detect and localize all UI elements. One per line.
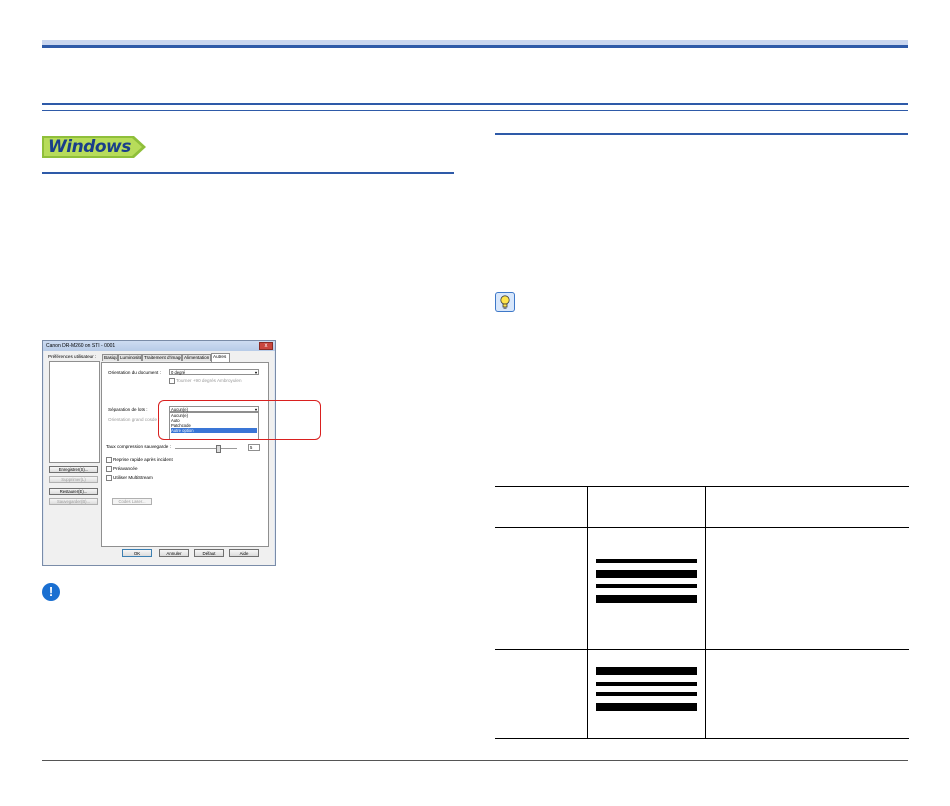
- compression-slider[interactable]: [175, 448, 237, 449]
- lightbulb-icon: [495, 292, 515, 312]
- table-header-rule: [495, 527, 909, 528]
- patchcode-table: [495, 486, 909, 739]
- preferences-label: Préférences utilisateur :: [48, 354, 97, 359]
- chevron-down-icon: ▾: [254, 370, 257, 375]
- prefeed-checkbox[interactable]: [106, 466, 112, 472]
- multistream-label: Utiliser MultiStream: [113, 475, 153, 480]
- tab-brightness[interactable]: Luminosité: [118, 354, 142, 361]
- backup-button[interactable]: Sauvegarder(B)...: [49, 498, 98, 505]
- patchcode-pattern-1: [596, 559, 697, 603]
- lightbulb-glyph: [496, 293, 514, 311]
- table-row-rule: [495, 649, 909, 650]
- orientation-value: 0 degré: [171, 370, 186, 375]
- preferences-list[interactable]: [49, 361, 100, 463]
- close-icon[interactable]: x: [259, 342, 273, 350]
- delete-button[interactable]: Supprimer(L): [49, 476, 98, 483]
- section-title-rule: [42, 103, 908, 111]
- rotate-checkbox-label: Tourner +90 degrés Ambroyulen: [176, 378, 242, 383]
- compression-label: Taux compression sauvegarde :: [106, 444, 171, 449]
- restore-button[interactable]: Restaurer(E)...: [49, 488, 98, 495]
- cancel-button[interactable]: Annuler: [159, 549, 189, 557]
- separation-label: Séparation de lots :: [108, 407, 148, 412]
- codes-button[interactable]: Codes Laser...: [112, 498, 152, 505]
- windows-badge: Windows: [42, 136, 146, 158]
- compression-slider-thumb[interactable]: [216, 445, 221, 453]
- patchcode-pattern-2: [596, 667, 697, 711]
- tab-others[interactable]: Autres: [211, 353, 230, 362]
- multistream-checkbox[interactable]: [106, 475, 112, 481]
- dialog-titlebar: Canon DR-M260 on STI - 0001 x: [43, 341, 275, 351]
- default-button[interactable]: Défaut: [194, 549, 224, 557]
- orientation-select[interactable]: 0 degré ▾: [169, 369, 259, 375]
- orientation-label: Orientation du document :: [108, 370, 161, 375]
- rotate-checkbox[interactable]: [169, 378, 175, 384]
- table-column-rule: [587, 487, 588, 738]
- save-button[interactable]: Enregistrer(S)...: [49, 466, 98, 473]
- tab-feeding[interactable]: Alimentation: [182, 354, 211, 361]
- table-column-rule: [705, 487, 706, 738]
- tab-image-processing[interactable]: Traitement d'image: [142, 354, 182, 361]
- left-heading-rule: [42, 172, 454, 174]
- windows-badge-label: Windows: [48, 137, 131, 157]
- ok-button[interactable]: OK: [122, 549, 152, 557]
- compression-spinner[interactable]: 5: [248, 444, 260, 451]
- settings-dialog: Canon DR-M260 on STI - 0001 x Préférence…: [42, 340, 321, 566]
- caution-icon: !: [42, 583, 60, 601]
- prefeed-label: Préavancée: [113, 466, 138, 471]
- rapid-recovery-label: Reprise rapide après incident: [113, 457, 173, 462]
- dialog-body: Préférences utilisateur : Enregistrer(S)…: [44, 351, 321, 565]
- tab-basic[interactable]: Basique: [102, 354, 118, 361]
- help-button[interactable]: Aide: [229, 549, 259, 557]
- rapid-recovery-checkbox[interactable]: [106, 457, 112, 463]
- others-panel: Orientation du document : 0 degré ▾ Tour…: [101, 362, 321, 547]
- header-band: [42, 40, 908, 48]
- highlight-ring: [158, 400, 321, 440]
- right-heading-rule: [495, 133, 908, 135]
- dialog-title: Canon DR-M260 on STI - 0001: [46, 343, 116, 349]
- rotation-label: Orientation grand cosde :: [108, 417, 160, 422]
- footer-rule: [42, 760, 908, 761]
